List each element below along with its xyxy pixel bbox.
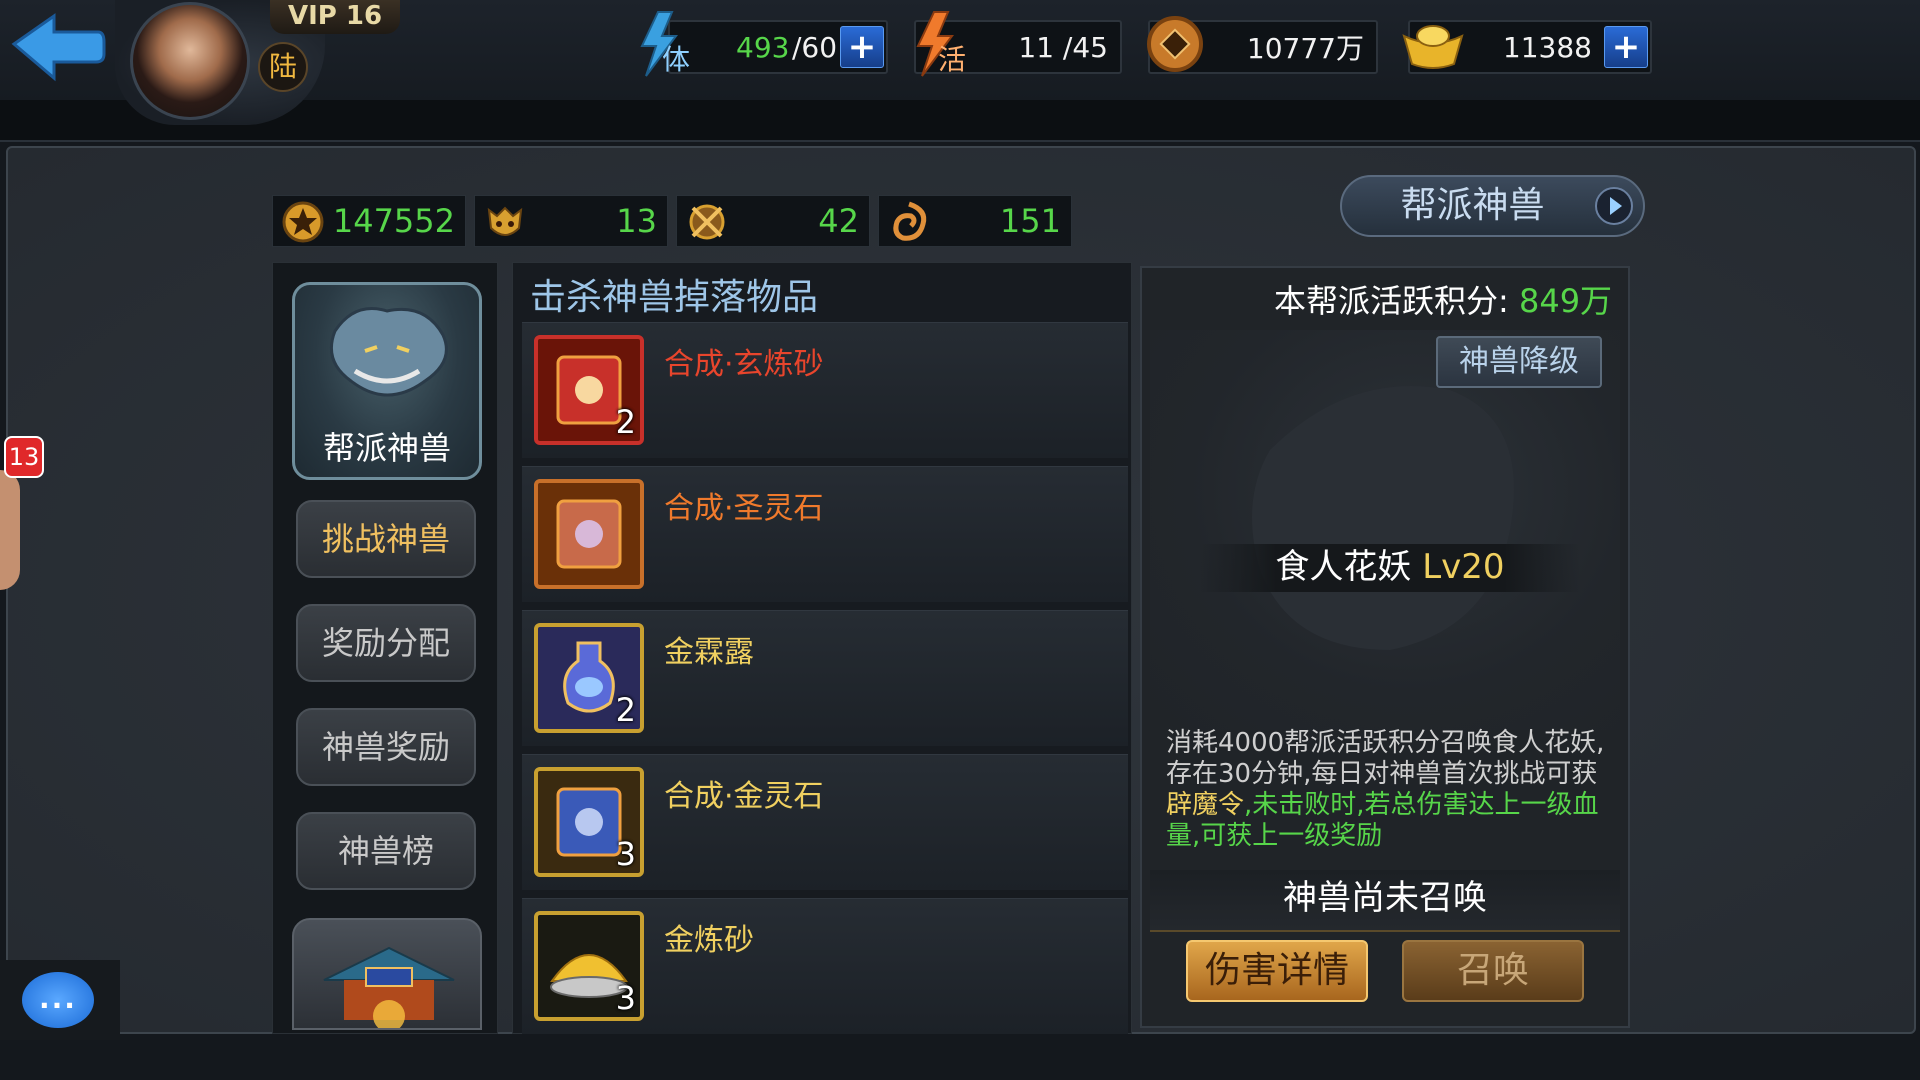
drop-item[interactable]: 2 合成·玄炼砂 bbox=[522, 322, 1128, 458]
stat-battles: 42 bbox=[676, 195, 870, 247]
menu-reward-distribution[interactable]: 奖励分配 bbox=[296, 604, 476, 682]
stat-contribution: 147552 bbox=[272, 195, 466, 247]
add-ingots-button[interactable]: + bbox=[1604, 26, 1648, 68]
beast-name: 食人花妖 Lv20 bbox=[1200, 544, 1580, 592]
beast-description: 消耗4000帮派活跃积分召唤食人花妖,存在30分钟,每日对神兽首次挑战可获辟魔令… bbox=[1166, 728, 1605, 851]
dragon-beast-icon bbox=[330, 307, 448, 397]
back-button[interactable] bbox=[10, 8, 106, 86]
scroll-orange-icon bbox=[534, 479, 644, 589]
beast-silhouette bbox=[1150, 330, 1620, 730]
menu-beast-rewards[interactable]: 神兽奖励 bbox=[296, 708, 476, 786]
back-arrow-icon bbox=[11, 13, 106, 82]
summon-button[interactable]: 召唤 bbox=[1402, 940, 1584, 1002]
activity-value: 11 /45 bbox=[1018, 30, 1108, 64]
guild-beast-button[interactable]: 帮派神兽 bbox=[1340, 175, 1645, 237]
drop-item[interactable]: 3 金炼砂 bbox=[522, 898, 1128, 1034]
scroll-red-icon: 2 bbox=[534, 335, 644, 445]
drop-name: 合成·玄炼砂 bbox=[664, 347, 824, 382]
menu-beast-ranking[interactable]: 神兽榜 bbox=[296, 812, 476, 890]
crossed-swords-icon bbox=[689, 204, 725, 240]
drops-title: 击杀神兽掉落物品 bbox=[530, 277, 819, 318]
menu-guild-beast[interactable]: 帮派神兽 bbox=[292, 282, 482, 480]
menu-guild-beast-label: 帮派神兽 bbox=[322, 429, 451, 467]
stat-dragon: 151 bbox=[878, 195, 1072, 247]
vip-badge[interactable]: VIP 16 bbox=[270, 0, 400, 34]
drop-item[interactable]: 2 金霖露 bbox=[522, 610, 1128, 746]
coins-value: 10777万 bbox=[1246, 32, 1364, 65]
player-avatar[interactable] bbox=[130, 2, 250, 120]
chat-bubble-icon[interactable]: ... bbox=[22, 972, 94, 1028]
gold-medal-icon bbox=[282, 201, 324, 243]
drop-name: 合成·金灵石 bbox=[664, 779, 824, 814]
drop-item[interactable]: 合成·圣灵石 bbox=[522, 466, 1128, 602]
add-stamina-button[interactable]: + bbox=[840, 26, 884, 68]
damage-details-button[interactable]: 伤害详情 bbox=[1186, 940, 1368, 1002]
activity-lightning-icon: 活 bbox=[908, 8, 978, 80]
play-arrow-icon bbox=[1595, 187, 1633, 225]
stat-beast-count: 13 bbox=[474, 195, 668, 247]
stamina-max: /60 bbox=[792, 30, 838, 64]
drop-name: 金霖露 bbox=[664, 635, 754, 670]
drop-item[interactable]: 3 合成·金灵石 bbox=[522, 754, 1128, 890]
guild-beast-button-label: 帮派神兽 bbox=[1400, 185, 1545, 226]
drop-name: 金炼砂 bbox=[664, 923, 754, 958]
scroll-blue-icon: 3 bbox=[534, 767, 644, 877]
drop-name: 合成·圣灵石 bbox=[664, 491, 824, 526]
menu-challenge-beast[interactable]: 挑战神兽 bbox=[296, 500, 476, 578]
potion-bottle-icon: 2 bbox=[534, 623, 644, 733]
notification-badge[interactable]: 13 bbox=[4, 436, 44, 478]
gold-sand-icon: 3 bbox=[534, 911, 644, 1021]
copper-coin-icon bbox=[1140, 8, 1210, 80]
summon-status: 神兽尚未召唤 bbox=[1150, 870, 1620, 932]
server-badge: 陆 bbox=[258, 42, 308, 92]
ingots-value: 11388 bbox=[1502, 30, 1592, 64]
beast-shadow-icon bbox=[1252, 386, 1514, 650]
beast-head-icon bbox=[487, 206, 523, 236]
guild-activity-score: 本帮派活跃积分: 849万 bbox=[1274, 282, 1613, 320]
side-character-peek[interactable] bbox=[0, 470, 20, 590]
beast-downgrade-button[interactable]: 神兽降级 bbox=[1436, 336, 1602, 388]
dragon-emblem-icon bbox=[893, 201, 927, 241]
menu-temple[interactable] bbox=[292, 918, 482, 1030]
gold-ingot-icon bbox=[1398, 8, 1468, 80]
stamina-current: 493 bbox=[736, 30, 790, 64]
temple-icon bbox=[323, 946, 455, 1028]
stamina-lightning-icon: 体 bbox=[632, 8, 702, 80]
